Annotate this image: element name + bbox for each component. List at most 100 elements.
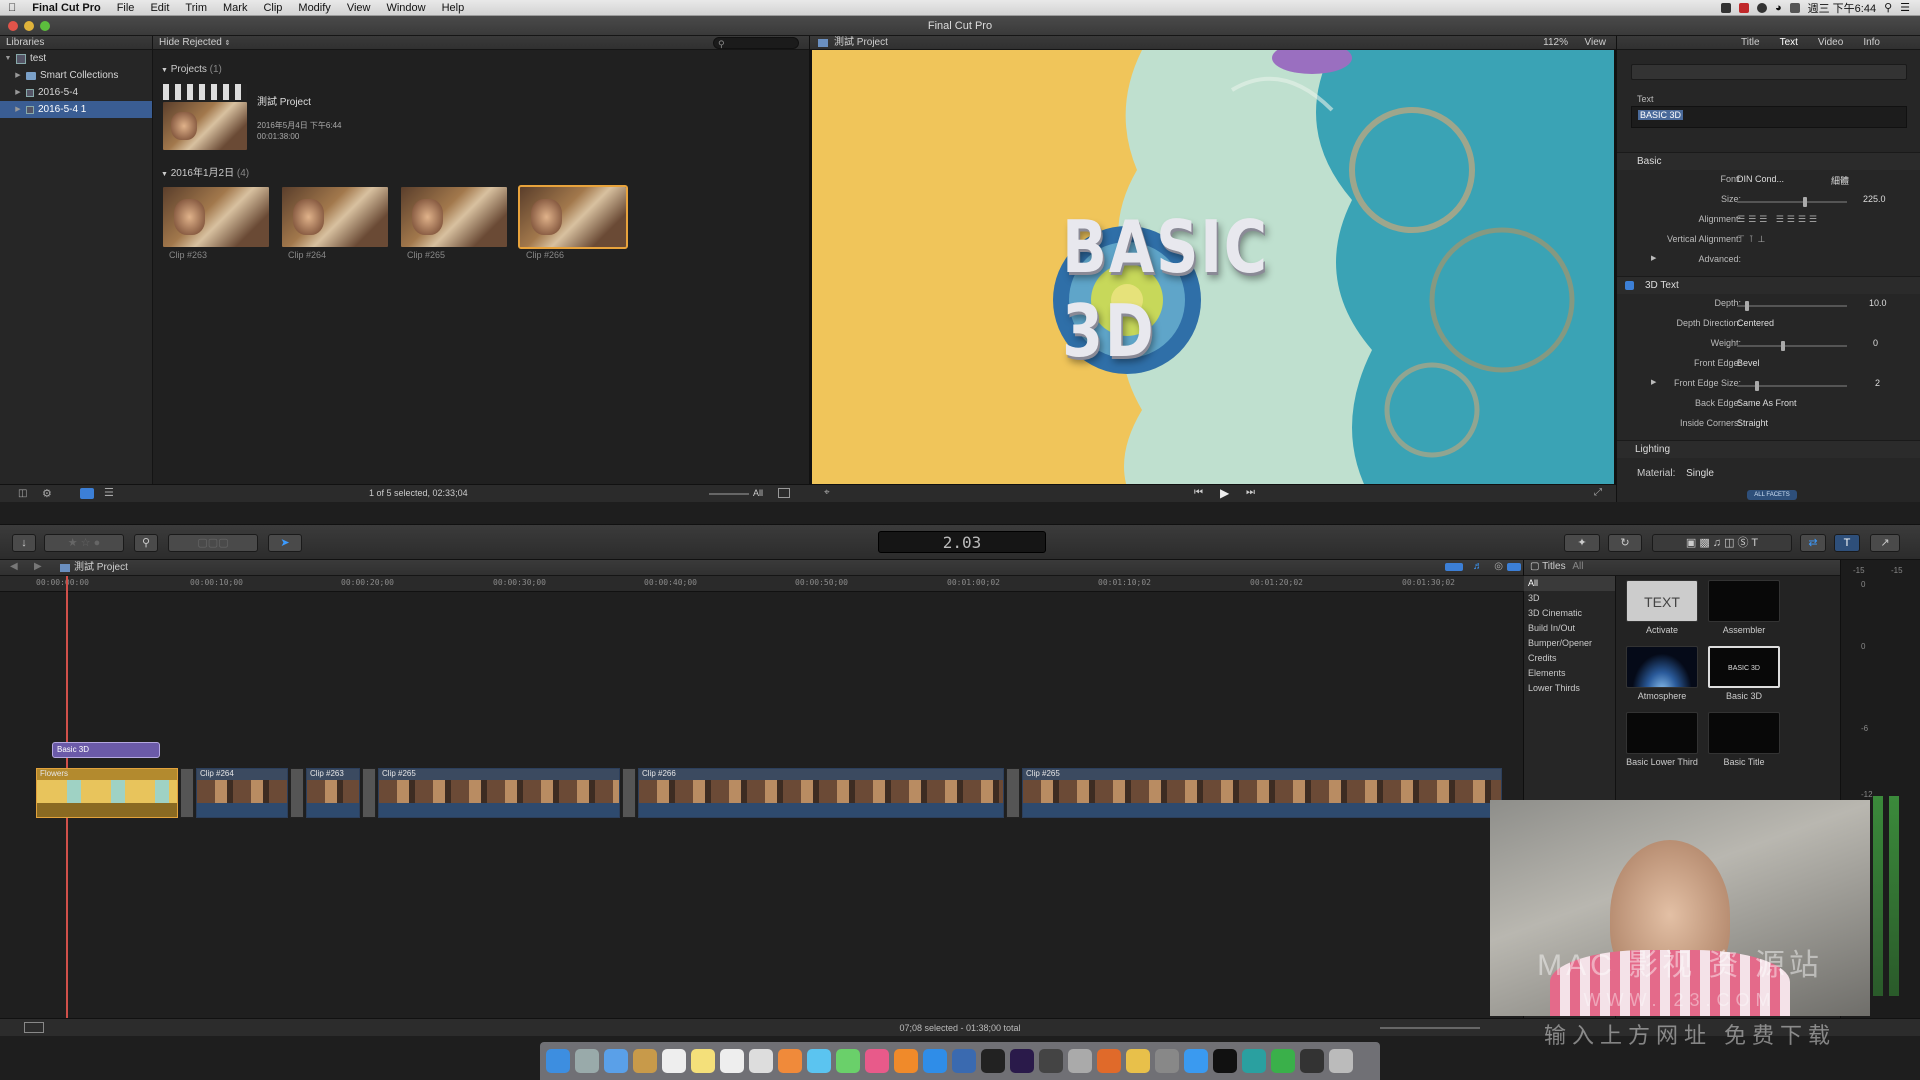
- clip-thumbnail[interactable]: [163, 187, 269, 247]
- text-field[interactable]: BASIC 3D: [1631, 106, 1907, 128]
- retime-icon[interactable]: ↻: [1608, 534, 1642, 552]
- disclosure-icon[interactable]: ▶: [14, 84, 22, 101]
- material-dropdown[interactable]: Single: [1686, 468, 1714, 479]
- finder-icon[interactable]: [546, 1049, 570, 1073]
- share-icon[interactable]: ↗: [1870, 534, 1900, 552]
- category-elements[interactable]: Elements: [1524, 666, 1615, 681]
- terminal-icon[interactable]: [1213, 1049, 1237, 1073]
- transition[interactable]: [362, 768, 376, 818]
- import-button[interactable]: ↓: [12, 534, 36, 552]
- display-icon[interactable]: [1300, 1049, 1324, 1073]
- clip-thumbnail[interactable]: [401, 187, 507, 247]
- disclosure-icon[interactable]: ▶: [14, 101, 22, 118]
- timeline-clip-266[interactable]: Clip #266: [638, 768, 1004, 818]
- status-icon[interactable]: [1756, 2, 1767, 13]
- contacts-icon[interactable]: [633, 1049, 657, 1073]
- chrome-icon[interactable]: [1126, 1049, 1150, 1073]
- inside-corners-dropdown[interactable]: Straight: [1737, 418, 1768, 428]
- timeline-zoom-slider[interactable]: [1380, 1027, 1480, 1029]
- section-3d-text[interactable]: 3D Text: [1617, 276, 1920, 294]
- back-edge-dropdown[interactable]: Same As Front: [1737, 398, 1797, 408]
- library-toggle-icon[interactable]: ◫: [18, 488, 27, 499]
- vertical-alignment-buttons[interactable]: ⊤⊺⊥: [1737, 234, 1769, 245]
- size-value[interactable]: 225.0: [1863, 194, 1886, 204]
- clip-thumbnail-selected[interactable]: [518, 185, 628, 249]
- zoom-dropdown[interactable]: 112%: [1543, 36, 1568, 50]
- 3d-text-checkbox[interactable]: [1625, 281, 1634, 290]
- clip-thumbnail[interactable]: [282, 187, 388, 247]
- category-all[interactable]: All: [1524, 576, 1615, 591]
- minimize-button[interactable]: [24, 21, 34, 31]
- duration-filter[interactable]: All: [753, 488, 763, 498]
- menu-modify[interactable]: Modify: [290, 2, 338, 14]
- title-item-basic-lower-third[interactable]: Basic Lower Third: [1626, 712, 1698, 767]
- enhance-icon[interactable]: ✦: [1564, 534, 1600, 552]
- front-edge-size-slider[interactable]: [1737, 381, 1847, 391]
- timeline-clip-263[interactable]: Clip #263: [306, 768, 360, 818]
- title-overlay-text[interactable]: BASIC 3D: [1062, 205, 1308, 373]
- notification-icon[interactable]: ☰: [1900, 1, 1910, 14]
- section-basic[interactable]: Basic: [1617, 152, 1920, 170]
- timeline-clip-265b[interactable]: Clip #265: [1022, 768, 1502, 818]
- disclosure-icon[interactable]: ▶: [1651, 378, 1656, 386]
- library-item-event-1[interactable]: ▶ 2016-5-4: [0, 84, 152, 101]
- depth-direction-dropdown[interactable]: Centered: [1737, 318, 1774, 328]
- record-icon[interactable]: [1738, 2, 1749, 13]
- apple-icon[interactable]: : [0, 2, 24, 14]
- category-build-in-out[interactable]: Build In/Out: [1524, 621, 1615, 636]
- alignment-buttons[interactable]: ☰☰☰ ☰☰☰☰: [1737, 214, 1820, 225]
- transition[interactable]: [622, 768, 636, 818]
- tab-text[interactable]: Text: [1780, 36, 1798, 49]
- all-facets-button[interactable]: ALL FACETS: [1747, 490, 1797, 500]
- transition[interactable]: [180, 768, 194, 818]
- system-prefs-icon[interactable]: [1155, 1049, 1179, 1073]
- forward-arrow-icon[interactable]: ▶: [34, 560, 42, 574]
- select-tool-icon[interactable]: ➤: [268, 534, 302, 552]
- title-item-basic-title[interactable]: Basic Title: [1708, 712, 1780, 767]
- final-cut-icon[interactable]: [981, 1049, 1005, 1073]
- menu-mark[interactable]: Mark: [215, 2, 255, 14]
- date-group-header[interactable]: ▼ 2016年1月2日 (4): [161, 164, 249, 179]
- timeline-ruler[interactable]: 00:00:00:00 00:00:10;00 00:00:20;00 00:0…: [0, 576, 1524, 592]
- viewer-canvas[interactable]: BASIC 3D: [812, 50, 1614, 500]
- crop-icon[interactable]: ⌖: [824, 487, 830, 498]
- ibooks-icon[interactable]: [894, 1049, 918, 1073]
- library-item-event-2[interactable]: ▶ 2016-5-4 1: [0, 101, 152, 118]
- depth-slider[interactable]: [1737, 301, 1847, 311]
- menu-view[interactable]: View: [339, 2, 379, 14]
- preset-dropdown[interactable]: [1631, 64, 1907, 80]
- transitions-icon[interactable]: ⇄: [1800, 534, 1826, 552]
- appearance-icon[interactable]: [778, 488, 790, 498]
- size-slider[interactable]: [1737, 197, 1847, 207]
- next-frame-button[interactable]: ⏭: [1246, 487, 1255, 498]
- timeline-clip-265[interactable]: Clip #265: [378, 768, 620, 818]
- disclosure-icon[interactable]: ▼: [4, 50, 12, 67]
- filmstrip-view-icon[interactable]: [80, 488, 94, 499]
- app-s-icon[interactable]: [1242, 1049, 1266, 1073]
- title-item-basic-3d[interactable]: BASIC 3D Basic 3D: [1708, 646, 1780, 701]
- menu-app[interactable]: Final Cut Pro: [24, 2, 108, 14]
- category-bumper-opener[interactable]: Bumper/Opener: [1524, 636, 1615, 651]
- library-item-test[interactable]: ▼ test: [0, 50, 152, 67]
- hide-rejected-dropdown[interactable]: Hide Rejected: [159, 37, 222, 48]
- title-item-activate[interactable]: TEXT Activate: [1626, 580, 1698, 635]
- advanced-row[interactable]: ▶ Advanced:: [1617, 254, 1920, 270]
- title-clip-basic-3d[interactable]: Basic 3D: [52, 742, 160, 758]
- titles-filter[interactable]: All: [1572, 561, 1583, 572]
- disclosure-icon[interactable]: ▶: [1651, 254, 1656, 262]
- themes-icon[interactable]: T: [1834, 534, 1860, 552]
- transition[interactable]: [290, 768, 304, 818]
- preview-icon[interactable]: [1068, 1049, 1092, 1073]
- projects-group-header[interactable]: ▼ Projects (1): [161, 64, 222, 75]
- snapping-icon[interactable]: [1507, 563, 1521, 571]
- library-item-smart-collections[interactable]: ▶ Smart Collections: [0, 67, 152, 84]
- category-lower-thirds[interactable]: Lower Thirds: [1524, 681, 1615, 696]
- disclosure-icon[interactable]: ▶: [14, 67, 22, 84]
- safari-icon[interactable]: [1184, 1049, 1208, 1073]
- list-view-icon[interactable]: ☰: [104, 486, 114, 499]
- weight-slider[interactable]: [1737, 341, 1847, 351]
- timeline-clip-264[interactable]: Clip #264: [196, 768, 288, 818]
- clock[interactable]: 週三 下午6:44: [1808, 0, 1876, 16]
- category-credits[interactable]: Credits: [1524, 651, 1615, 666]
- title-item-atmosphere[interactable]: Atmosphere: [1626, 646, 1698, 701]
